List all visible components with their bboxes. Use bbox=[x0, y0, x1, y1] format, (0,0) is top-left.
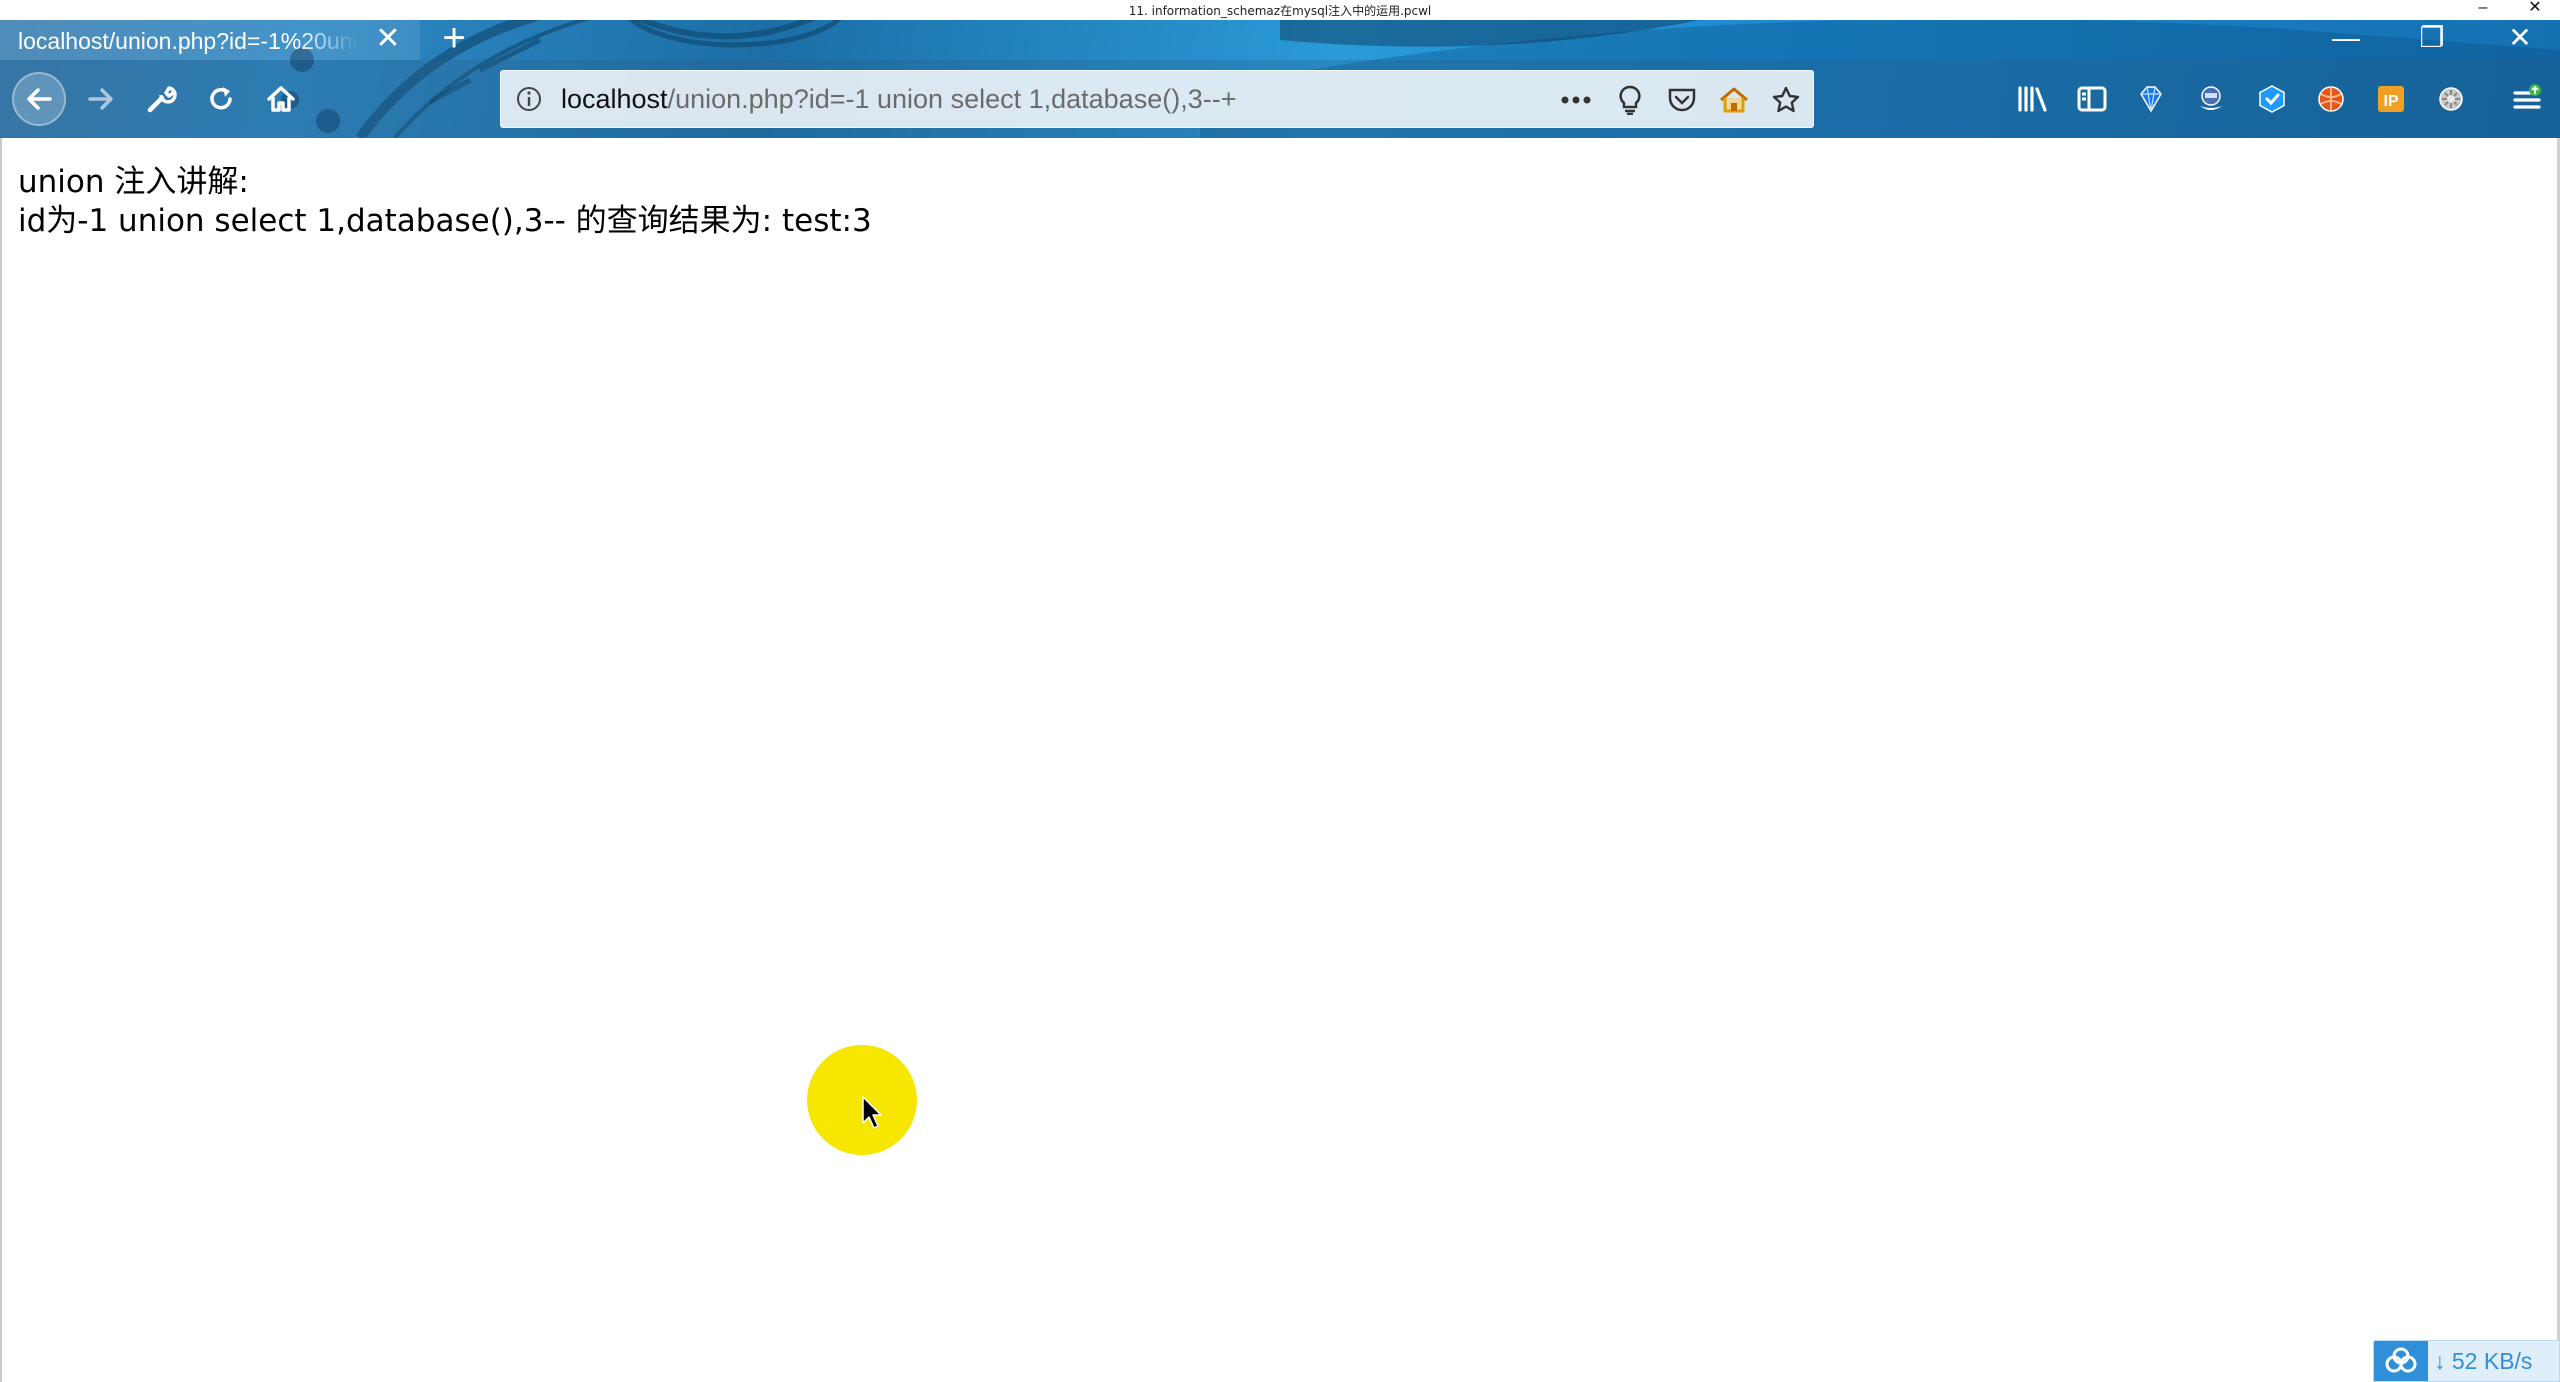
gear-extension-icon bbox=[2439, 87, 2463, 111]
bookmark-button[interactable] bbox=[1769, 83, 1803, 117]
forward-arrow-icon bbox=[88, 88, 113, 110]
minimize-button[interactable]: — bbox=[2326, 24, 2366, 56]
download-speed-text: ↓ 52 KB/s bbox=[2434, 1348, 2533, 1374]
ball-extension-icon bbox=[2318, 86, 2344, 112]
wrench-icon bbox=[147, 86, 177, 113]
hex-extension-icon bbox=[2259, 85, 2285, 113]
extension-gear-button[interactable] bbox=[2432, 80, 2470, 118]
more-icon bbox=[1561, 96, 1591, 104]
reload-icon bbox=[210, 87, 232, 110]
back-arrow-icon bbox=[27, 88, 52, 110]
svg-text:IP: IP bbox=[2383, 93, 2398, 110]
hamburger-menu-icon bbox=[2513, 84, 2541, 109]
tools-button[interactable] bbox=[136, 74, 186, 124]
sidebar-icon bbox=[2077, 86, 2107, 112]
ip-extension-icon: IP bbox=[2378, 86, 2404, 112]
pocket-button[interactable] bbox=[1665, 83, 1699, 117]
nav-toolbar: localhost/union.php?id=-1 union select 1… bbox=[0, 60, 2560, 138]
url-bar[interactable]: localhost/union.php?id=-1 union select 1… bbox=[500, 70, 1814, 128]
recorder-title: 11. information_schemaz在mysql注入中的运用.pcwl bbox=[1128, 4, 1432, 18]
download-speed-widget[interactable]: ↓ 52 KB/s bbox=[2373, 1340, 2560, 1382]
extension-shield-button[interactable] bbox=[2192, 80, 2230, 118]
tab-strip: localhost/union.php?id=-1%20union%20sele… bbox=[0, 20, 2560, 60]
recorder-title-bar: 11. information_schemaz在mysql注入中的运用.pcwl… bbox=[0, 0, 2560, 20]
sidebar-button[interactable] bbox=[2073, 80, 2111, 118]
cloud-icon bbox=[2374, 1341, 2428, 1381]
restore-button[interactable]: ❐ bbox=[2412, 24, 2452, 56]
new-tab-button[interactable]: + bbox=[434, 20, 474, 60]
close-window-button[interactable]: ✕ bbox=[2500, 24, 2540, 56]
library-button[interactable] bbox=[2014, 80, 2052, 118]
home-icon bbox=[267, 86, 295, 112]
extension-gem-button[interactable] bbox=[2132, 80, 2170, 118]
url-host: localhost bbox=[561, 84, 668, 114]
lightbulb-button[interactable] bbox=[1613, 83, 1647, 117]
extension-ball-button[interactable] bbox=[2312, 80, 2350, 118]
reload-button[interactable] bbox=[196, 74, 246, 124]
recorder-close-button[interactable]: ✕ bbox=[2524, 0, 2546, 18]
home-icon bbox=[1720, 87, 1748, 113]
browser-chrome: localhost/union.php?id=-1%20union%20sele… bbox=[0, 20, 2560, 138]
tab-title: localhost/union.php?id=-1%20union%20sele… bbox=[18, 28, 358, 54]
back-button[interactable] bbox=[12, 72, 66, 126]
extension-hex-button[interactable] bbox=[2253, 80, 2291, 118]
mouse-cursor-icon bbox=[862, 1096, 882, 1129]
menu-button[interactable] bbox=[2508, 80, 2546, 118]
tab-close-icon[interactable]: ✕ bbox=[372, 24, 404, 56]
url-text[interactable]: localhost/union.php?id=-1 union select 1… bbox=[561, 84, 1236, 115]
pocket-icon bbox=[1668, 88, 1696, 112]
info-icon[interactable] bbox=[515, 85, 543, 113]
screen: 11. information_schemaz在mysql注入中的运用.pcwl… bbox=[0, 0, 2560, 1382]
url-path: /union.php?id=-1 union select 1,database… bbox=[667, 84, 1237, 114]
shield-extension-icon bbox=[2200, 86, 2222, 110]
extension-ip-button[interactable]: IP bbox=[2372, 80, 2410, 118]
query-result-text: id为-1 union select 1,database(),3-- 的查询结… bbox=[18, 203, 872, 239]
page-actions-button[interactable] bbox=[1559, 83, 1593, 117]
home-button[interactable] bbox=[256, 74, 306, 124]
library-icon bbox=[2018, 86, 2047, 112]
lightbulb-icon bbox=[1619, 85, 1641, 115]
gem-extension-icon bbox=[2140, 86, 2162, 113]
recorder-minimize-button[interactable]: – bbox=[2472, 0, 2494, 18]
forward-button[interactable] bbox=[76, 74, 126, 124]
star-icon bbox=[1772, 86, 1800, 113]
home-url-button[interactable] bbox=[1717, 83, 1751, 117]
page-content: union 注入讲解: id为-1 union select 1,databas… bbox=[0, 138, 2560, 1382]
tab-active[interactable]: localhost/union.php?id=-1%20union%20sele… bbox=[0, 20, 420, 60]
